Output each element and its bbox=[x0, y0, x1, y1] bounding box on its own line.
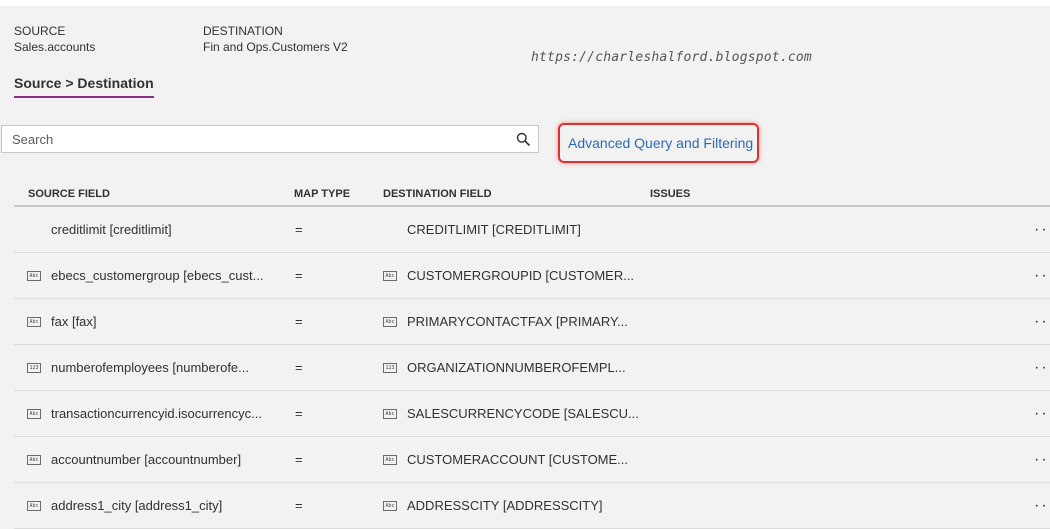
source-field-name: ebecs_customergroup [ebecs_cust... bbox=[51, 268, 264, 283]
destination-field-cell[interactable]: CREDITLIMIT [CREDITLIMIT] bbox=[383, 207, 581, 252]
more-icon[interactable]: ··· bbox=[1034, 391, 1050, 436]
destination-field-cell[interactable]: Abc CUSTOMERACCOUNT [CUSTOME... bbox=[383, 437, 628, 482]
source-field-cell: Abc fax [fax] bbox=[27, 299, 97, 344]
destination-field-name: ADDRESSCITY [ADDRESSCITY] bbox=[407, 498, 603, 513]
table-row[interactable]: Abc accountnumber [accountnumber] = Abc CUST… bbox=[14, 437, 1050, 483]
source-info: SOURCE Sales.accounts bbox=[14, 23, 95, 55]
breadcrumb-tab[interactable]: Source > Destination bbox=[14, 75, 154, 98]
text-type-icon: Abc bbox=[27, 500, 41, 511]
map-type-cell[interactable]: = bbox=[295, 391, 303, 436]
destination-field-name: CUSTOMERACCOUNT [CUSTOME... bbox=[407, 452, 629, 467]
source-field-name: accountnumber [accountnumber] bbox=[51, 452, 242, 467]
destination-field-name: ORGANIZATIONNUMBEROFEMPL... bbox=[407, 360, 626, 375]
source-value: Sales.accounts bbox=[14, 40, 96, 54]
map-type-cell[interactable]: = bbox=[295, 299, 303, 344]
destination-info: DESTINATION Fin and Ops.Customers V2 bbox=[203, 23, 348, 55]
source-field-cell: Abc transactioncurrencyid.isocurrencyc... bbox=[27, 391, 262, 436]
table-row[interactable]: creditlimit [creditlimit] = CREDITLIMIT [C… bbox=[14, 207, 1050, 253]
text-type-icon: Abc bbox=[383, 270, 397, 281]
text-type-icon: Abc bbox=[383, 408, 397, 419]
column-header-destination[interactable]: DESTINATION FIELD bbox=[383, 188, 492, 200]
number-type-icon: 123 bbox=[27, 362, 41, 373]
destination-field-name: SALESCURRENCYCODE [SALESCU... bbox=[407, 406, 639, 421]
text-type-icon: Abc bbox=[383, 316, 397, 327]
destination-field-cell[interactable]: Abc SALESCURRENCYCODE [SALESCU... bbox=[383, 391, 639, 436]
text-type-icon: Abc bbox=[27, 270, 41, 281]
blog-watermark: https://charleshalford.blogspot.com bbox=[531, 50, 812, 65]
source-field-name: transactioncurrencyid.isocurrencyc... bbox=[51, 406, 262, 421]
text-type-icon bbox=[383, 225, 397, 235]
destination-field-cell[interactable]: 123 ORGANIZATIONNUMBEROFEMPL... bbox=[383, 345, 626, 390]
source-label: SOURCE bbox=[14, 24, 66, 38]
source-field-cell: 123 numberofemployees [numberofe... bbox=[27, 345, 249, 390]
destination-value: Fin and Ops.Customers V2 bbox=[203, 40, 348, 54]
source-field-name: address1_city [address1_city] bbox=[51, 498, 223, 513]
more-icon[interactable]: ··· bbox=[1034, 253, 1050, 298]
search-input[interactable] bbox=[2, 126, 507, 152]
table-row[interactable]: Abc address1_city [address1_city] = Abc ADDR… bbox=[14, 483, 1050, 529]
text-type-icon: Abc bbox=[27, 408, 41, 419]
source-field-cell: Abc ebecs_customergroup [ebecs_cust... bbox=[27, 253, 263, 298]
text-type-icon: Abc bbox=[383, 500, 397, 511]
table-row[interactable]: Abc ebecs_customergroup [ebecs_cust... = Ab… bbox=[14, 253, 1050, 299]
table-row[interactable]: Abc transactioncurrencyid.isocurrencyc...… bbox=[14, 391, 1050, 437]
text-type-icon bbox=[27, 225, 41, 235]
advanced-query-link[interactable]: Advanced Query and Filtering bbox=[558, 123, 759, 163]
map-type-cell[interactable]: = bbox=[295, 207, 303, 252]
number-type-icon: 123 bbox=[383, 362, 397, 373]
destination-field-name: CREDITLIMIT [CREDITLIMIT] bbox=[407, 222, 581, 237]
source-field-cell: creditlimit [creditlimit] bbox=[27, 207, 172, 252]
destination-field-name: PRIMARYCONTACTFAX [PRIMARY... bbox=[407, 314, 628, 329]
search-box bbox=[1, 125, 539, 153]
column-header-issues[interactable]: ISSUES bbox=[650, 188, 690, 200]
source-field-cell: Abc accountnumber [accountnumber] bbox=[27, 437, 241, 482]
map-type-cell[interactable]: = bbox=[295, 437, 303, 482]
map-type-cell[interactable]: = bbox=[295, 253, 303, 298]
more-icon[interactable]: ··· bbox=[1034, 207, 1050, 252]
destination-field-name: CUSTOMERGROUPID [CUSTOMER... bbox=[407, 268, 635, 283]
text-type-icon: Abc bbox=[27, 316, 41, 327]
text-type-icon: Abc bbox=[383, 454, 397, 465]
source-field-name: creditlimit [creditlimit] bbox=[51, 222, 172, 237]
map-type-cell[interactable]: = bbox=[295, 483, 303, 528]
column-header-source[interactable]: SOURCE FIELD bbox=[28, 188, 110, 200]
source-field-name: fax [fax] bbox=[51, 314, 97, 329]
destination-field-cell[interactable]: Abc CUSTOMERGROUPID [CUSTOMER... bbox=[383, 253, 634, 298]
more-icon[interactable]: ··· bbox=[1034, 345, 1050, 390]
destination-label: DESTINATION bbox=[203, 24, 283, 38]
map-type-cell[interactable]: = bbox=[295, 345, 303, 390]
destination-field-cell[interactable]: Abc ADDRESSCITY [ADDRESSCITY] bbox=[383, 483, 603, 528]
table-row[interactable]: 123 numberofemployees [numberofe... = 123 OR… bbox=[14, 345, 1050, 391]
table-row[interactable]: Abc fax [fax] = Abc PRIMARYCONTACTFAX [PRIMA… bbox=[14, 299, 1050, 345]
destination-field-cell[interactable]: Abc PRIMARYCONTACTFAX [PRIMARY... bbox=[383, 299, 628, 344]
source-field-name: numberofemployees [numberofe... bbox=[51, 360, 249, 375]
column-header-map-type[interactable]: MAP TYPE bbox=[294, 188, 350, 200]
top-strip bbox=[0, 0, 1050, 6]
source-field-cell: Abc address1_city [address1_city] bbox=[27, 483, 222, 528]
search-icon bbox=[516, 132, 530, 146]
search-button[interactable] bbox=[508, 126, 538, 152]
more-icon[interactable]: ··· bbox=[1034, 299, 1050, 344]
text-type-icon: Abc bbox=[27, 454, 41, 465]
more-icon[interactable]: ··· bbox=[1034, 437, 1050, 482]
more-icon[interactable]: ··· bbox=[1034, 483, 1050, 528]
